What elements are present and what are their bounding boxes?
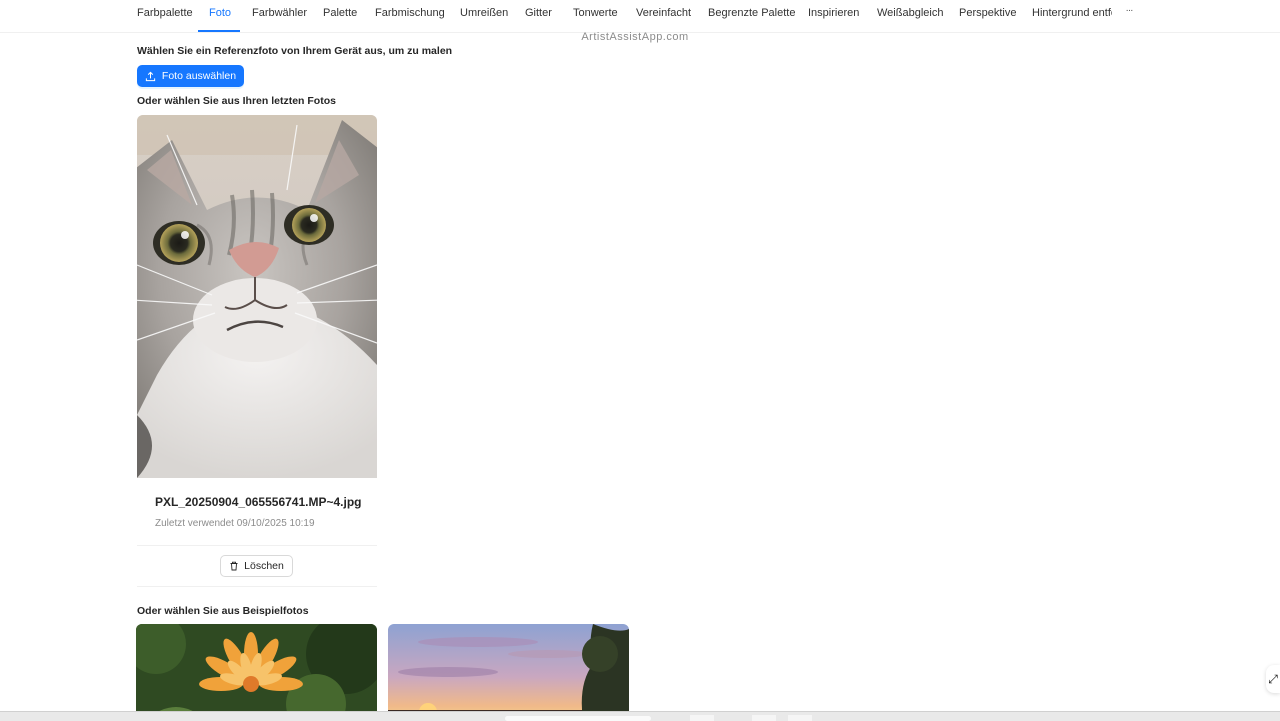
- tab-farbpalette[interactable]: Farbpalette: [137, 0, 193, 32]
- tab-bar: Farbpalette Foto Farbwähler Palette Farb…: [0, 0, 1280, 33]
- tab-tonwerte[interactable]: Tonwerte: [573, 0, 618, 32]
- tab-perspektive[interactable]: Perspektive: [959, 0, 1016, 32]
- recent-photo-filename: PXL_20250904_065556741.MP~4.jpg: [155, 495, 362, 509]
- expand-icon[interactable]: ⤢: [1266, 665, 1280, 693]
- select-photo-button-label: Foto auswählen: [161, 70, 237, 82]
- trash-icon: [230, 561, 238, 571]
- tab-farbmischung[interactable]: Farbmischung: [375, 0, 445, 32]
- tab-farbwaehler[interactable]: Farbwähler: [252, 0, 307, 32]
- sample-photos-heading: Oder wählen Sie aus Beispielfotos: [137, 605, 309, 617]
- tab-umreissen[interactable]: Umreißen: [460, 0, 508, 32]
- taskbar-app-icon[interactable]: [752, 715, 776, 721]
- sample-photo-flower[interactable]: [136, 624, 377, 720]
- tab-begrenzte-palette[interactable]: Begrenzte Palette: [708, 0, 795, 32]
- taskbar-app-icon[interactable]: [788, 715, 812, 721]
- tab-gitter[interactable]: Gitter: [525, 0, 552, 32]
- tab-palette[interactable]: Palette: [323, 0, 357, 32]
- select-photo-heading: Wählen Sie ein Referenzfoto von Ihrem Ge…: [137, 45, 453, 57]
- upload-icon: [145, 71, 156, 81]
- tab-vereinfacht[interactable]: Vereinfacht: [636, 0, 691, 32]
- recent-photo-thumbnail[interactable]: [137, 115, 377, 478]
- recent-photos-heading: Oder wählen Sie aus Ihren letzten Fotos: [137, 95, 336, 107]
- tab-weissabgleich[interactable]: Weißabgleich: [877, 0, 943, 32]
- delete-button[interactable]: Löschen: [220, 555, 293, 577]
- select-photo-button[interactable]: Foto auswählen: [137, 65, 244, 87]
- site-title: ArtistAssistApp.com: [581, 31, 689, 43]
- recent-photo-card: PXL_20250904_065556741.MP~4.jpg Zuletzt …: [137, 115, 377, 587]
- taskbar-app-icon[interactable]: [690, 715, 714, 721]
- sample-photo-sunset[interactable]: [388, 624, 629, 720]
- card-actions-divider: [137, 545, 377, 546]
- ellipsis-icon[interactable]: ···: [1122, 4, 1136, 18]
- tab-hintergrund-entfernen[interactable]: Hintergrund entfe: [1032, 0, 1112, 32]
- tab-inspirieren[interactable]: Inspirieren: [808, 0, 859, 32]
- delete-button-label: Löschen: [244, 560, 284, 572]
- taskbar-search[interactable]: [505, 716, 651, 721]
- tab-foto[interactable]: Foto: [209, 0, 231, 32]
- recent-photo-last-used: Zuletzt verwendet 09/10/2025 10:19: [155, 518, 315, 529]
